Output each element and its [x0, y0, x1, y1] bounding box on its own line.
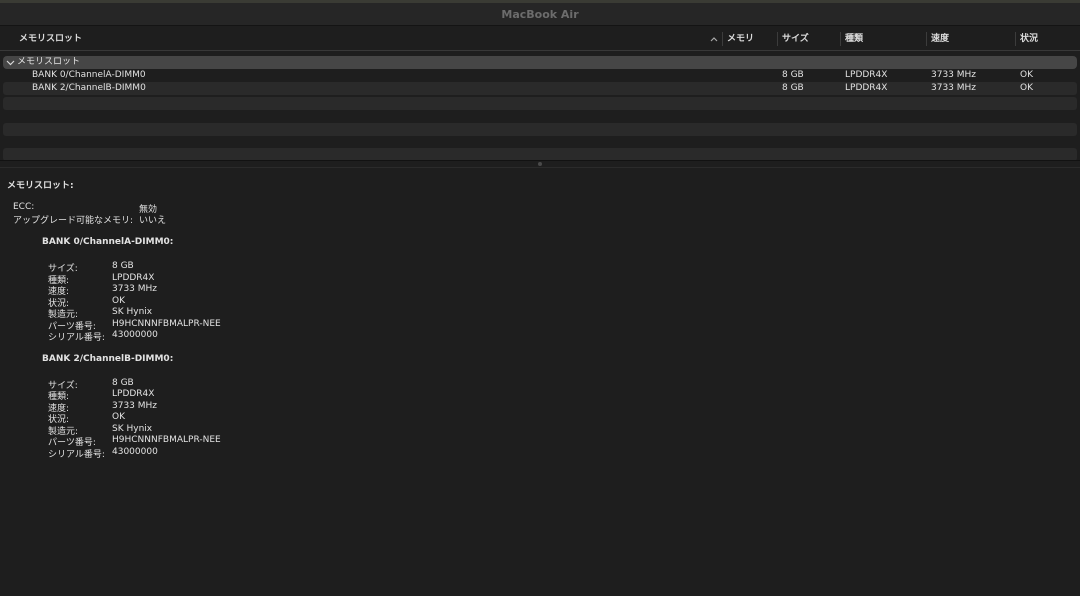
field-value: LPDDR4X: [112, 389, 155, 399]
column-separator[interactable]: [722, 32, 723, 46]
column-header-size[interactable]: サイズ: [782, 28, 809, 50]
field-label: ECC:: [13, 202, 35, 212]
slot-speed: 3733 MHz: [931, 83, 977, 93]
slot-name: BANK 2/ChannelB-DIMM0: [32, 83, 146, 93]
field-value: 8 GB: [112, 261, 134, 271]
field-value: LPDDR4X: [112, 273, 155, 283]
chevron-up-icon[interactable]: [710, 34, 718, 44]
column-separator[interactable]: [777, 32, 778, 46]
slot-status: OK: [1020, 83, 1033, 93]
title-bar: MacBook Air: [0, 0, 1080, 26]
pane-splitter[interactable]: [0, 160, 1080, 168]
detail-pane: メモリスロット: ECC: 無効 アップグレード可能なメモリ: いいえ BANK…: [0, 168, 1080, 596]
group-label: メモリスロット: [17, 57, 81, 67]
chevron-down-icon[interactable]: [6, 59, 15, 66]
field-label: シリアル番号:: [48, 450, 105, 460]
slot-name: BANK 0/ChannelA-DIMM0: [32, 70, 146, 80]
bank-title: BANK 2/ChannelB-DIMM0:: [42, 354, 174, 364]
group-row-memory-slots[interactable]: メモリスロット: [3, 56, 1077, 69]
field-value: 43000000: [112, 447, 158, 457]
column-separator[interactable]: [840, 32, 841, 46]
bank-title: BANK 0/ChannelA-DIMM0:: [42, 237, 174, 247]
empty-row: [3, 110, 1077, 123]
slot-size: 8 GB: [782, 83, 804, 93]
field-value: 43000000: [112, 330, 158, 340]
table-header: メモリスロット メモリ サイズ 種類 速度 状況: [0, 28, 1080, 51]
empty-row: [3, 97, 1077, 110]
field-value: OK: [112, 412, 125, 422]
table-row[interactable]: BANK 0/ChannelA-DIMM0 8 GB LPDDR4X 3733 …: [3, 69, 1077, 82]
field-value: H9HCNNNFBMALPR-NEE: [112, 435, 221, 445]
column-header-slot[interactable]: メモリスロット: [19, 28, 82, 50]
column-separator[interactable]: [1015, 32, 1016, 46]
field-value: いいえ: [139, 216, 167, 226]
field-value: 3733 MHz: [112, 284, 158, 294]
field-value: OK: [112, 296, 125, 306]
column-header-type[interactable]: 種類: [845, 28, 863, 50]
field-value: SK Hynix: [112, 307, 153, 317]
slot-speed: 3733 MHz: [931, 70, 977, 80]
field-label: アップグレード可能なメモリ:: [13, 216, 134, 226]
slot-status: OK: [1020, 70, 1033, 80]
field-value: H9HCNNNFBMALPR-NEE: [112, 319, 221, 329]
column-header-speed[interactable]: 速度: [931, 28, 949, 50]
slot-size: 8 GB: [782, 70, 804, 80]
window-title: MacBook Air: [501, 8, 579, 21]
slot-type: LPDDR4X: [845, 70, 888, 80]
column-header-memory[interactable]: メモリ: [727, 28, 754, 50]
table-row[interactable]: BANK 2/ChannelB-DIMM0 8 GB LPDDR4X 3733 …: [3, 82, 1077, 95]
field-value: SK Hynix: [112, 424, 153, 434]
splitter-handle-icon[interactable]: [538, 162, 542, 166]
detail-heading: メモリスロット:: [7, 181, 74, 191]
memory-slot-table: メモリスロット BANK 0/ChannelA-DIMM0 8 GB LPDDR…: [0, 55, 1080, 161]
empty-row: [3, 123, 1077, 136]
field-value: 8 GB: [112, 378, 134, 388]
field-label: シリアル番号:: [48, 333, 105, 343]
column-separator[interactable]: [926, 32, 927, 46]
column-header-status[interactable]: 状況: [1020, 28, 1038, 50]
field-value: 3733 MHz: [112, 401, 158, 411]
slot-type: LPDDR4X: [845, 83, 888, 93]
